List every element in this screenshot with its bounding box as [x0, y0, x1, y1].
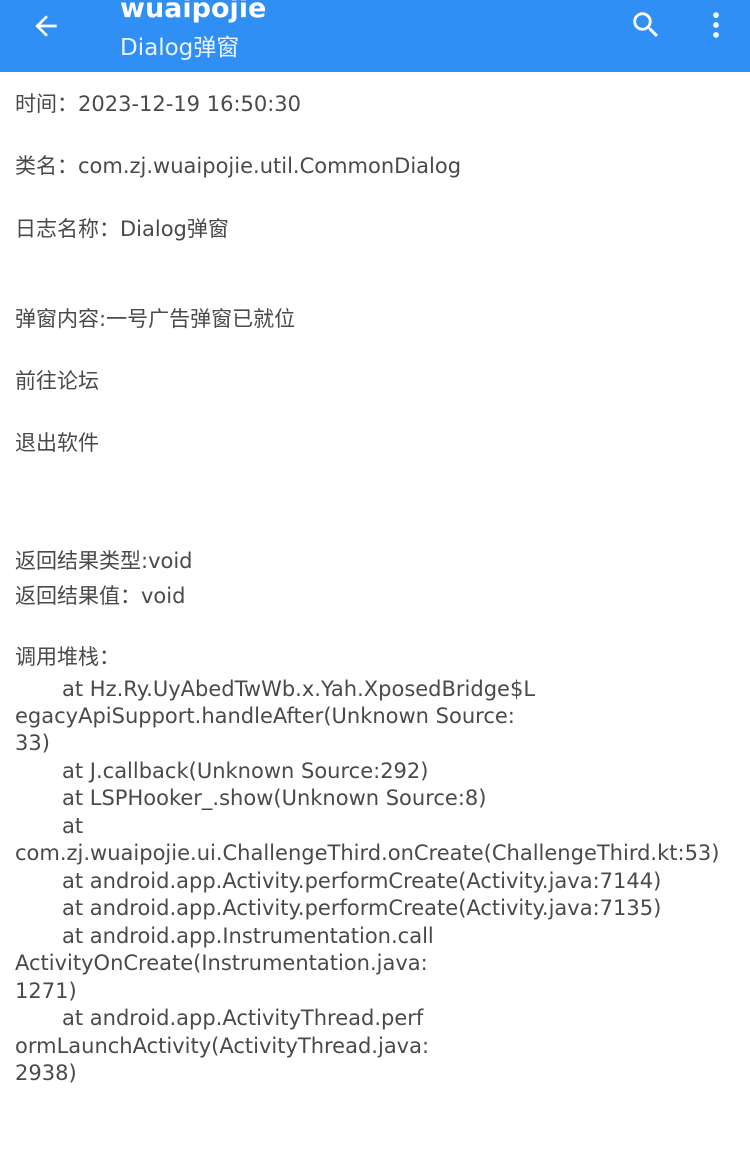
stack-line: at android.app.Activity.performCreate(Ac… [62, 869, 662, 893]
stack-line: at android.app.ActivityThread.perf [62, 1006, 424, 1030]
search-icon [633, 12, 659, 38]
stack-line: 2938) [15, 1061, 77, 1085]
stack-line: ormLaunchActivity(ActivityThread.java: [15, 1034, 430, 1058]
back-button[interactable] [22, 6, 70, 46]
search-button[interactable] [622, 4, 670, 46]
stack-line: 33) [15, 731, 50, 755]
log-name: 日志名称：Dialog弹窗 [15, 217, 229, 241]
forum-link-text: 前往论坛 [15, 369, 99, 393]
return-value: 返回结果值：void [15, 584, 186, 608]
log-class-name: 类名：com.zj.wuaipojie.util.CommonDialog [15, 154, 462, 178]
stack-line: com.zj.wuaipojie.ui.ChallengeThird.onCre… [15, 841, 720, 865]
log-detail-content: 时间：2023-12-19 16:50:30 类名：com.zj.wuaipoj… [0, 72, 750, 1098]
page-subtitle: Dialog弹窗 [120, 35, 240, 61]
stack-line: at android.app.Instrumentation.call [62, 924, 434, 948]
stack-line: at LSPHooker_.show(Unknown Source:8) [62, 786, 487, 810]
stack-header: 调用堆栈： [15, 645, 120, 669]
return-type: 返回结果类型:void [15, 549, 193, 573]
arrow-left-icon [35, 15, 57, 37]
stack-line: egacyApiSupport.handleAfter(Unknown Sour… [15, 704, 515, 728]
exit-software-text: 退出软件 [15, 431, 99, 455]
stack-line: at [62, 814, 84, 838]
log-time: 时间：2023-12-19 16:50:30 [15, 92, 302, 116]
popup-content: 弹窗内容:一号广告弹窗已就位 [15, 307, 296, 331]
stack-line: at android.app.Activity.performCreate(Ac… [62, 896, 662, 920]
page-title: wuaipojie [120, 0, 267, 24]
app-bar: wuaipojie Dialog弹窗 [0, 0, 750, 72]
stack-line: ActivityOnCreate(Instrumentation.java: [15, 951, 428, 975]
stack-line: at Hz.Ry.UyAbedTwWb.x.Yah.XposedBridge$L [62, 677, 536, 701]
stack-line: 1271) [15, 979, 77, 1003]
more-vertical-icon [713, 12, 719, 38]
more-options-button[interactable] [696, 4, 736, 46]
stack-line: at J.callback(Unknown Source:292) [62, 759, 429, 783]
